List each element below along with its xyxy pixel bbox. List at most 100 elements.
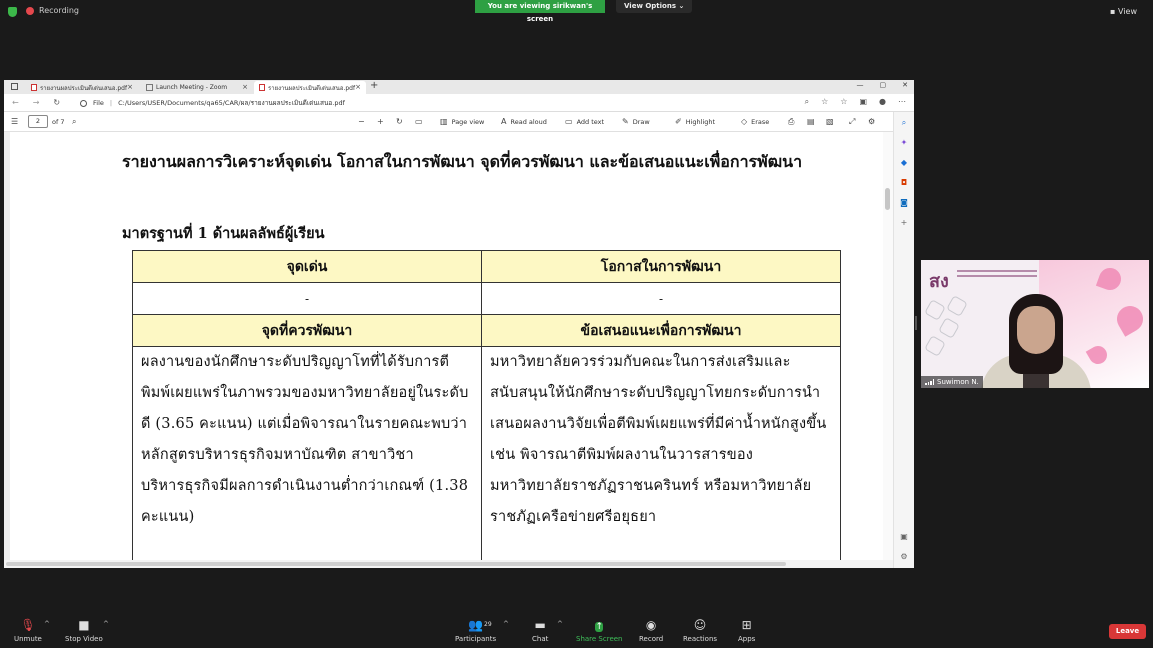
tab-zoom-launch[interactable]: Launch Meeting - Zoom × (141, 81, 253, 94)
zoom-in-icon[interactable]: + (377, 117, 384, 126)
improve-cell: ผลงานของนักศึกษาระดับปริญญาโทที่ได้รับกา… (132, 346, 482, 560)
stop-video-button[interactable]: ■ Stop Video (65, 618, 103, 643)
participants-icon: 👥 (468, 618, 484, 632)
horizontal-scrollbar[interactable] (4, 560, 893, 568)
page-view-button[interactable]: ▥ Page view (440, 117, 484, 126)
page-number-input[interactable]: 2 (28, 115, 48, 128)
highlight-label: Highlight (685, 117, 716, 126)
tab-close-icon[interactable]: × (242, 83, 248, 91)
record-button[interactable]: ◉ Record (639, 618, 663, 643)
sidebar-settings-icon[interactable]: ▣ (899, 532, 909, 542)
favorites-icon[interactable]: ☆ (840, 97, 847, 107)
chat-button[interactable]: ▬ Chat (532, 618, 548, 643)
fit-page-icon[interactable]: ▭ (415, 117, 423, 126)
add-text-button[interactable]: ▭ Add text (565, 117, 604, 126)
save-icon[interactable]: ▤ (807, 117, 815, 126)
unmute-button[interactable]: 🎙 Unmute (14, 618, 42, 643)
participant-figure (971, 288, 1101, 388)
tab-pdf-active[interactable]: รายงานผลประเมินดีเด่นเสนอ.pdf × (254, 81, 366, 94)
header-opportunities: โอกาสในการพัฒนา (481, 250, 841, 283)
tab-label: รายงานผลประเมินดีเด่นเสนอ.pdf (268, 84, 356, 92)
reactions-button[interactable]: ☺ Reactions (683, 618, 717, 643)
participants-options-chevron-icon[interactable]: ^ (503, 620, 509, 628)
participant-video[interactable]: สง Suwimon N. (921, 260, 1149, 388)
view-options-label: View Options (624, 2, 677, 10)
header-improve: จุดที่ควรพัฒนา (132, 314, 482, 347)
view-grid-icon: ▪ (1110, 7, 1116, 16)
view-button[interactable]: ▪ View (1110, 7, 1137, 16)
print-icon[interactable]: ⎙ (788, 117, 794, 127)
panel-resize-handle[interactable] (915, 316, 917, 330)
info-icon[interactable] (80, 99, 87, 107)
collections-icon[interactable]: ▣ (859, 97, 867, 107)
forward-arrow-icon[interactable]: → (33, 98, 40, 107)
organization-logo: สง (929, 271, 949, 292)
profile-avatar-icon[interactable]: ● (879, 97, 886, 107)
reactions-label: Reactions (683, 635, 718, 643)
zoom-out-icon[interactable]: − (358, 117, 365, 126)
erase-button[interactable]: ◇ Erase (741, 117, 769, 126)
horizontal-scroll-thumb[interactable] (6, 562, 786, 566)
video-options-chevron-icon[interactable]: ^ (103, 620, 109, 628)
recording-indicator[interactable]: Recording (26, 6, 79, 15)
apps-button[interactable]: ⊞ Apps (738, 618, 755, 643)
search-icon[interactable]: ⌕ (899, 118, 909, 128)
address-bar: ← → ↻ File | C:/Users/USER/Documents/qa6… (4, 94, 914, 112)
pdf-document-area[interactable]: รายงานผลการวิเคราะห์จุดเด่น โอกาสในการพั… (4, 132, 885, 560)
new-tab-button[interactable]: + (370, 80, 378, 91)
zoom-magnifier-icon[interactable]: ⌕ (805, 97, 809, 107)
read-aloud-button[interactable]: A Read aloud (501, 117, 547, 126)
fullscreen-icon[interactable]: ⤢ (849, 117, 855, 127)
tab-actions-icon[interactable] (11, 83, 18, 90)
erase-label: Erase (751, 117, 770, 126)
nav-buttons: ← → ↻ (12, 98, 60, 107)
reader-icon[interactable]: ☆ (821, 97, 828, 107)
analysis-table: จุดเด่น โอกาสในการพัฒนา - - จุดที่ควรพัฒ… (132, 250, 841, 560)
shopping-tag-icon[interactable]: ◆ (899, 158, 909, 168)
highlight-button[interactable]: ✐ Highlight (675, 117, 715, 126)
minimize-icon[interactable]: — (857, 81, 864, 89)
table-row: จุดที่ควรพัฒนา ข้อเสนอแนะเพื่อการพัฒนา (132, 314, 841, 347)
chevron-down-icon: ⌄ (678, 2, 685, 10)
add-sidebar-app-icon[interactable]: + (899, 218, 909, 228)
participants-label: Participants (455, 635, 497, 643)
refresh-icon[interactable]: ↻ (53, 98, 60, 107)
gear-icon[interactable]: ⚙ (899, 552, 909, 562)
pen-icon: ✎ (622, 117, 629, 126)
table-row: จุดเด่น โอกาสในการพัฒนา (132, 250, 841, 283)
maximize-icon[interactable]: ▢ (880, 81, 887, 89)
audio-options-chevron-icon[interactable]: ^ (44, 620, 50, 628)
page-view-label: Page view (451, 117, 485, 126)
pdf-settings-icon[interactable]: ⚙ (868, 117, 875, 126)
rotate-icon[interactable]: ↻ (396, 117, 403, 126)
vertical-scroll-thumb[interactable] (885, 188, 890, 210)
save-as-icon[interactable]: ▧ (826, 117, 834, 126)
leave-button[interactable]: Leave (1109, 624, 1146, 639)
hexagon-decoration (924, 335, 946, 357)
tab-pdf-1[interactable]: รายงานผลประเมินดีเด่นเสนอ.pdf × (26, 81, 138, 94)
url-field[interactable]: File | C:/Users/USER/Documents/qa65/CAR/… (80, 98, 345, 108)
contents-list-icon[interactable]: ☰ (11, 117, 18, 126)
more-menu-icon[interactable]: ⋯ (898, 97, 906, 107)
back-arrow-icon[interactable]: ← (12, 98, 19, 107)
vertical-scrollbar[interactable] (883, 132, 893, 560)
zoom-top-bar: Recording You are viewing sirikwan's scr… (0, 0, 1153, 24)
edge-sidebar: ⌕ ✦ ◆ ◘ ◙ + ▣ ⚙ (893, 112, 914, 568)
document-title: รายงานผลการวิเคราะห์จุดเด่น โอกาสในการพั… (122, 152, 803, 171)
eraser-icon: ◇ (741, 117, 748, 126)
chat-options-chevron-icon[interactable]: ^ (557, 620, 563, 628)
book-icon: ▥ (440, 117, 448, 126)
header-strengths: จุดเด่น (132, 250, 482, 283)
left-gutter (4, 132, 10, 560)
share-screen-button[interactable]: ↑ Share Screen (576, 618, 623, 643)
tab-close-icon[interactable]: × (355, 83, 361, 91)
outlook-icon[interactable]: ◙ (899, 198, 909, 208)
copilot-sparkle-icon[interactable]: ✦ (899, 138, 909, 148)
tab-close-icon[interactable]: × (127, 83, 133, 91)
view-options-button[interactable]: View Options ⌄ (616, 0, 693, 13)
office-icon[interactable]: ◘ (899, 178, 909, 188)
pdf-search-icon[interactable]: ⌕ (72, 117, 76, 127)
draw-button[interactable]: ✎ Draw (622, 117, 650, 126)
security-shield-icon[interactable] (8, 7, 17, 17)
close-window-icon[interactable]: ✕ (902, 81, 908, 89)
